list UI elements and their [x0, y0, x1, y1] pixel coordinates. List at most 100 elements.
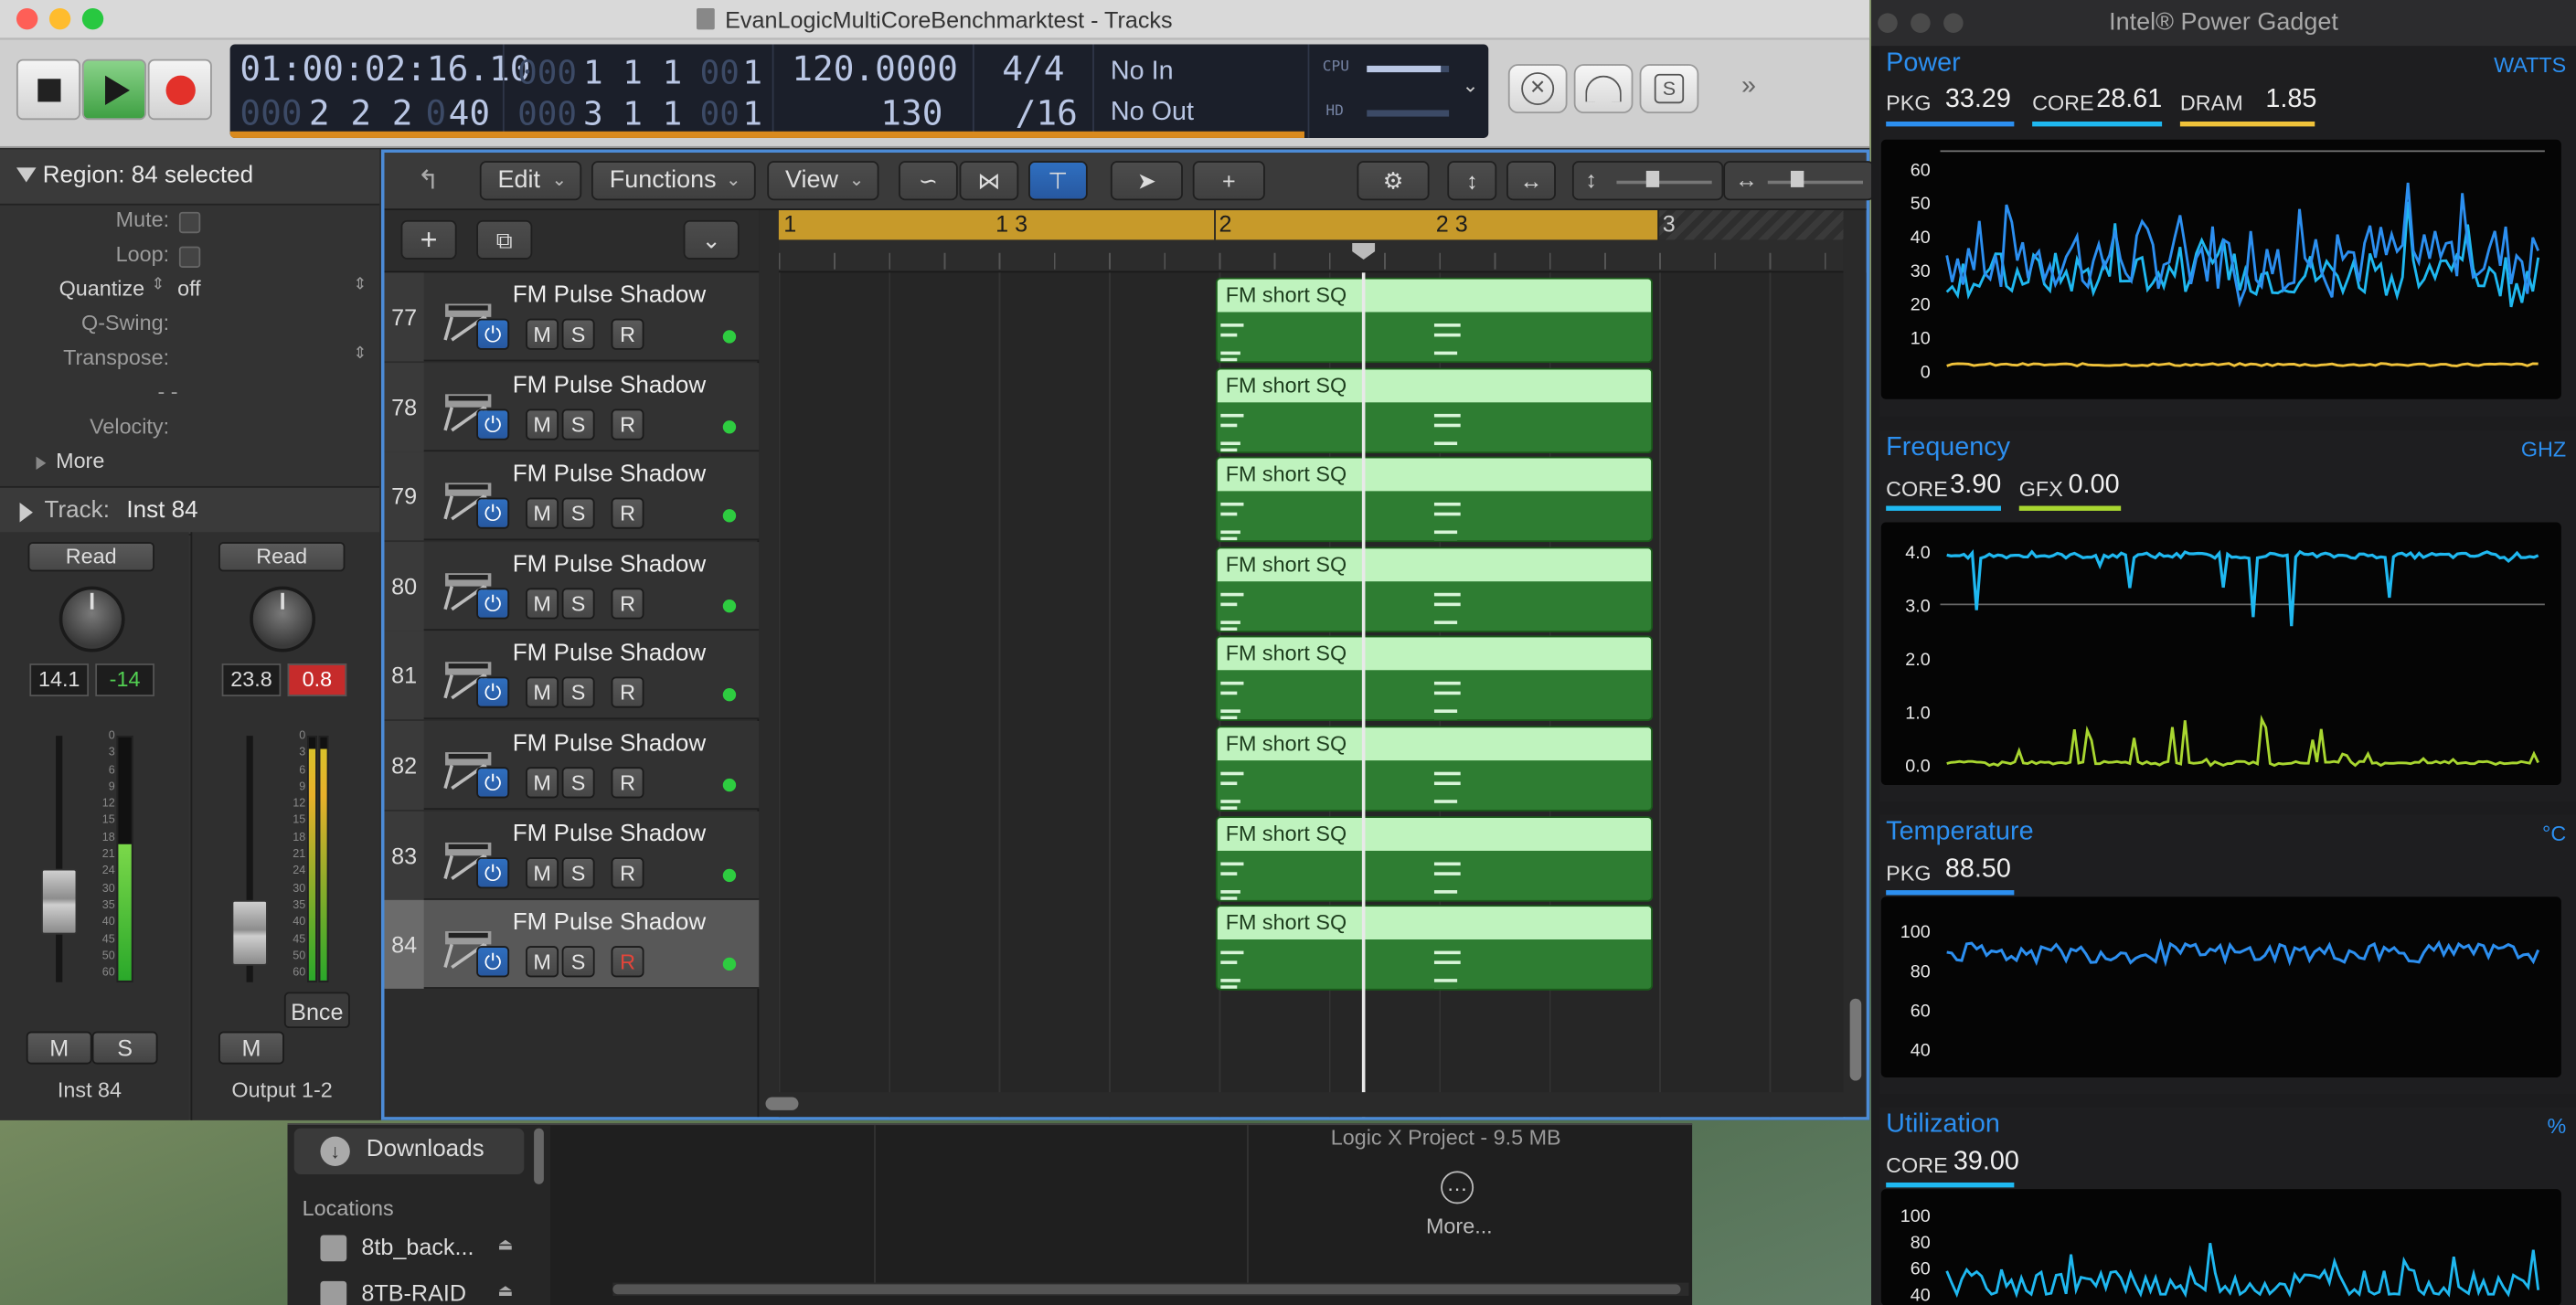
eject-icon[interactable]: ⏏: [498, 1236, 514, 1255]
track-record-button[interactable]: R: [611, 408, 644, 440]
scroll-thumb[interactable]: [765, 1097, 799, 1110]
track-mute-button[interactable]: M: [526, 767, 559, 799]
vertical-scrollbar[interactable]: [1845, 272, 1867, 1118]
minimize-window-button[interactable]: [1911, 13, 1931, 33]
ruler[interactable]: 1 1 3 2 2 3 3: [778, 210, 1844, 273]
edit-menu[interactable]: Edit ⌄: [479, 161, 582, 201]
midi-region[interactable]: FM short SQ: [1215, 815, 1653, 901]
track-row[interactable]: 82 FM Pulse Shadow ⏻ M S R: [384, 720, 760, 811]
vertical-zoom-slider[interactable]: ↕: [1571, 161, 1724, 201]
track-mute-button[interactable]: M: [526, 588, 559, 620]
midi-region[interactable]: FM short SQ: [1215, 546, 1653, 632]
sidebar-scrollbar[interactable]: [534, 1128, 544, 1184]
automation-read-button[interactable]: Read: [218, 542, 346, 572]
track-name[interactable]: FM Pulse Shadow: [513, 731, 706, 758]
track-mute-button[interactable]: M: [526, 677, 559, 709]
crosshair-tool-menu[interactable]: +: [1192, 161, 1265, 201]
more-row[interactable]: More: [0, 449, 379, 483]
view-menu[interactable]: View ⌄: [767, 161, 879, 201]
track-solo-button[interactable]: S: [561, 497, 595, 530]
bounce-button[interactable]: Bnce: [283, 992, 350, 1029]
track-row[interactable]: 83 FM Pulse Shadow ⏻ M S R: [384, 811, 760, 900]
track-row[interactable]: 81 FM Pulse Shadow ⏻ M S R: [384, 631, 760, 720]
horizontal-scrollbar[interactable]: [759, 1092, 1844, 1118]
more-circle-icon[interactable]: …: [1441, 1171, 1474, 1204]
scroll-thumb[interactable]: [1849, 998, 1862, 1081]
track-on-button[interactable]: ⏻: [476, 588, 510, 620]
midi-region[interactable]: FM short SQ: [1215, 277, 1653, 364]
track-name[interactable]: FM Pulse Shadow: [513, 372, 706, 398]
midi-region[interactable]: FM short SQ: [1215, 456, 1653, 543]
mute-button[interactable]: M: [26, 1031, 92, 1065]
lcd-display[interactable]: 01:00:02:16.10 000 2 2 2 0 40 000 1 1 1 …: [229, 44, 1489, 138]
quantize-popup-icon[interactable]: ⇕: [353, 276, 367, 294]
track-row[interactable]: 84 FM Pulse Shadow ⏻ M S R: [384, 900, 760, 990]
track-solo-button[interactable]: S: [561, 588, 595, 620]
transpose-popup-icon[interactable]: ⇕: [353, 345, 367, 363]
track-name[interactable]: FM Pulse Shadow: [513, 642, 706, 668]
track-solo-button[interactable]: S: [561, 408, 595, 440]
pointer-tool-menu[interactable]: ➤: [1110, 161, 1183, 201]
horizontal-zoom-slider[interactable]: ↔: [1723, 161, 1875, 201]
track-solo-button[interactable]: S: [561, 318, 595, 350]
track-name[interactable]: FM Pulse Shadow: [513, 551, 706, 578]
track-record-button[interactable]: R: [611, 856, 644, 888]
browser-horizontal-scrollbar[interactable]: [612, 1282, 1689, 1296]
track-on-button[interactable]: ⏻: [476, 408, 510, 440]
track-record-button[interactable]: R: [611, 946, 644, 978]
pan-knob[interactable]: [59, 586, 125, 652]
track-on-button[interactable]: ⏻: [476, 497, 510, 530]
location-item[interactable]: 8TB-RAID ⏏: [320, 1278, 517, 1305]
track-header[interactable]: Track: Inst 84: [0, 485, 380, 536]
track-name[interactable]: FM Pulse Shadow: [513, 910, 706, 937]
flex-button[interactable]: ⋈: [959, 161, 1019, 201]
midi-region[interactable]: FM short SQ: [1215, 726, 1653, 812]
close-window-button[interactable]: [1878, 13, 1898, 33]
track-row[interactable]: 78 FM Pulse Shadow ⏻ M S R: [384, 362, 760, 451]
track-record-button[interactable]: R: [611, 497, 644, 530]
play-button[interactable]: [81, 58, 146, 121]
track-mute-button[interactable]: M: [526, 856, 559, 888]
stepper-icon[interactable]: ⇕: [151, 276, 165, 294]
automation-curve-button[interactable]: ∽: [899, 161, 958, 201]
more-button-label[interactable]: More...: [1426, 1214, 1493, 1238]
loop-checkbox[interactable]: [178, 246, 201, 268]
solo-button[interactable]: S: [91, 1031, 158, 1065]
volume-fader[interactable]: [40, 868, 78, 935]
solo-mode-button[interactable]: S: [1639, 64, 1699, 114]
track-row[interactable]: 79 FM Pulse Shadow ⏻ M S R: [384, 451, 760, 541]
duplicate-track-button[interactable]: ⧉: [476, 219, 533, 260]
midi-region[interactable]: FM short SQ: [1215, 366, 1653, 453]
replace-button[interactable]: ✕: [1507, 64, 1568, 114]
zoom-vertical-fit-button[interactable]: ↕: [1447, 161, 1497, 201]
track-solo-button[interactable]: S: [561, 946, 595, 978]
automation-read-button[interactable]: Read: [27, 542, 154, 572]
scroll-thumb[interactable]: [612, 1284, 1681, 1295]
quantize-value[interactable]: off: [177, 276, 201, 301]
more-controls-icon[interactable]: »: [1741, 72, 1756, 101]
track-mute-button[interactable]: M: [526, 318, 559, 350]
lcd-dropdown-button[interactable]: ⌄: [1463, 74, 1479, 97]
track-name[interactable]: FM Pulse Shadow: [513, 821, 706, 847]
track-solo-button[interactable]: S: [561, 767, 595, 799]
track-solo-button[interactable]: S: [561, 856, 595, 888]
zoom-window-button[interactable]: [1943, 13, 1964, 33]
volume-value[interactable]: 14.1: [29, 663, 90, 697]
volume-value[interactable]: 23.8: [221, 663, 282, 697]
add-track-button[interactable]: +: [400, 219, 457, 260]
global-tracks-button[interactable]: ⌄: [683, 219, 740, 260]
track-record-button[interactable]: R: [611, 588, 644, 620]
catch-button[interactable]: ⊤: [1028, 161, 1088, 201]
track-row[interactable]: 77 FM Pulse Shadow ⏻ M S R: [384, 272, 760, 362]
arrange-area[interactable]: FM short SQ FM short SQ FM short SQ FM s…: [778, 272, 1844, 1118]
track-mute-button[interactable]: M: [526, 497, 559, 530]
record-button[interactable]: [147, 58, 212, 121]
location-item[interactable]: 8tb_back... ⏏: [320, 1232, 517, 1265]
track-row[interactable]: 80 FM Pulse Shadow ⏻ M S R: [384, 541, 760, 631]
downloads-item[interactable]: ↓ Downloads: [293, 1128, 525, 1174]
eject-icon[interactable]: ⏏: [498, 1283, 514, 1301]
zoom-horizontal-fit-button[interactable]: ↔: [1506, 161, 1556, 201]
track-record-button[interactable]: R: [611, 318, 644, 350]
track-record-button[interactable]: R: [611, 677, 644, 709]
track-mute-button[interactable]: M: [526, 408, 559, 440]
